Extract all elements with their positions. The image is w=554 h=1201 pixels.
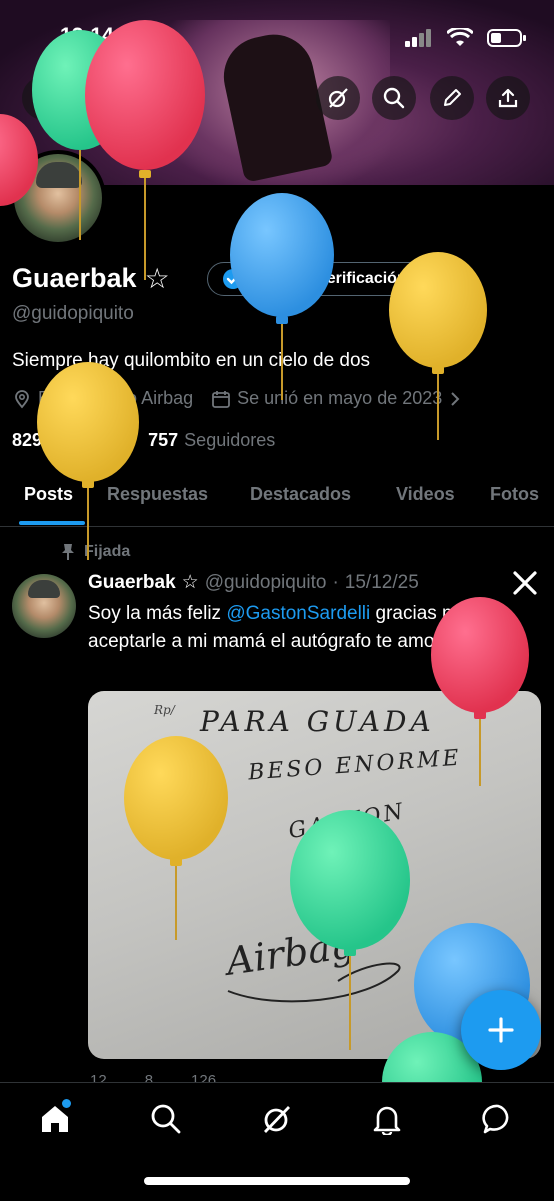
star-icon: ☆ (181, 572, 199, 593)
pinned-label: Fijada (84, 543, 131, 560)
grok-icon (328, 88, 348, 108)
star-icon: ☆ (144, 263, 170, 294)
pinned-indicator: Fijada (60, 543, 130, 561)
profile-handle: @guidopiquito (12, 303, 134, 324)
search-icon (383, 87, 405, 109)
signal-icon (405, 29, 431, 47)
nav-notifications[interactable] (367, 1099, 407, 1139)
image-note-line: Rp/ (154, 703, 175, 717)
location-pin-icon (15, 389, 29, 408)
x-logo-icon (513, 571, 537, 595)
get-verified-label: Obtener verificación (252, 270, 407, 287)
image-note-line: UN (168, 779, 206, 804)
arrow-left-icon (34, 89, 54, 107)
post-separator: · (332, 571, 339, 593)
grok-icon (263, 1106, 291, 1133)
profile-tabs: Posts Respuestas Destacados Videos Fotos (0, 470, 554, 527)
followers-count[interactable]: 757 (148, 430, 178, 451)
chat-icon (482, 1104, 509, 1134)
wifi-icon (447, 28, 473, 46)
profile-meta: Escuchando Airbag Se unió en mayo de 202… (12, 388, 462, 409)
nav-grok[interactable] (257, 1099, 297, 1139)
profile-name-row: Guaerbak ☆ (12, 262, 170, 295)
battery-icon (487, 29, 526, 47)
post-author-avatar[interactable] (12, 574, 76, 638)
calendar-icon (212, 390, 231, 408)
chevron-right-icon[interactable] (448, 390, 462, 408)
profile-joined: Se unió en mayo de 2023 (237, 388, 443, 408)
post-date[interactable]: 15/12/25 (345, 572, 419, 594)
verified-badge-icon (223, 269, 243, 289)
image-note-line: BESO ENORME (247, 745, 463, 786)
tab-photos[interactable]: Fotos (490, 484, 539, 505)
pin-icon (62, 544, 74, 560)
nav-messages[interactable] (478, 1099, 518, 1139)
profile-bio: Siempre hay quilombito en un cielo de do… (12, 350, 371, 371)
share-icon (498, 88, 518, 108)
home-indicator (144, 1177, 410, 1185)
post-text-part: Soy la más feliz (88, 603, 227, 624)
post-header: Guaerbak ☆ @guidopiquito · 15/12/25 (88, 571, 419, 594)
active-tab-indicator (19, 521, 85, 525)
post-text: Soy la más feliz @GastonSardelli gracias… (88, 600, 528, 656)
signature-flourish (227, 962, 401, 1003)
nav-search[interactable] (146, 1099, 186, 1139)
notification-dot (62, 1099, 71, 1108)
pencil-icon (444, 89, 461, 106)
get-verified-button[interactable]: Obtener verificación (207, 262, 450, 296)
tab-videos[interactable]: Videos (396, 484, 455, 505)
followers-label[interactable]: Seguidores (184, 430, 275, 451)
follow-counts: 829 Siguiendo 757 Seguidores (12, 430, 275, 451)
search-button[interactable] (372, 76, 416, 120)
compose-button[interactable] (461, 990, 541, 1070)
post-mention-link[interactable]: @GastonSardelli (226, 603, 370, 624)
tab-replies[interactable]: Respuestas (107, 484, 208, 505)
share-button[interactable] (486, 76, 530, 120)
back-button[interactable] (22, 76, 66, 120)
post-author-handle[interactable]: @guidopiquito (205, 572, 327, 594)
post-author-name[interactable]: Guaerbak (88, 572, 176, 594)
edit-button[interactable] (430, 76, 474, 120)
grok-button[interactable] (316, 76, 360, 120)
status-time: 12:14 (60, 24, 114, 47)
search-icon (151, 1104, 181, 1134)
bell-icon (373, 1106, 401, 1135)
tab-highlights[interactable]: Destacados (250, 484, 351, 505)
image-note-line: GASTON (286, 798, 408, 845)
nav-home[interactable] (35, 1099, 75, 1139)
following-count[interactable]: 829 (12, 430, 42, 451)
profile-avatar[interactable] (10, 150, 106, 246)
profile-location: Escuchando Airbag (38, 388, 194, 408)
profile-display-name: Guaerbak (12, 263, 137, 293)
tab-posts[interactable]: Posts (24, 484, 73, 505)
image-note-line: PARA GUADA (200, 705, 435, 738)
plus-icon (488, 1017, 514, 1043)
status-icons (405, 28, 527, 48)
following-label[interactable]: Siguiendo (48, 430, 128, 451)
